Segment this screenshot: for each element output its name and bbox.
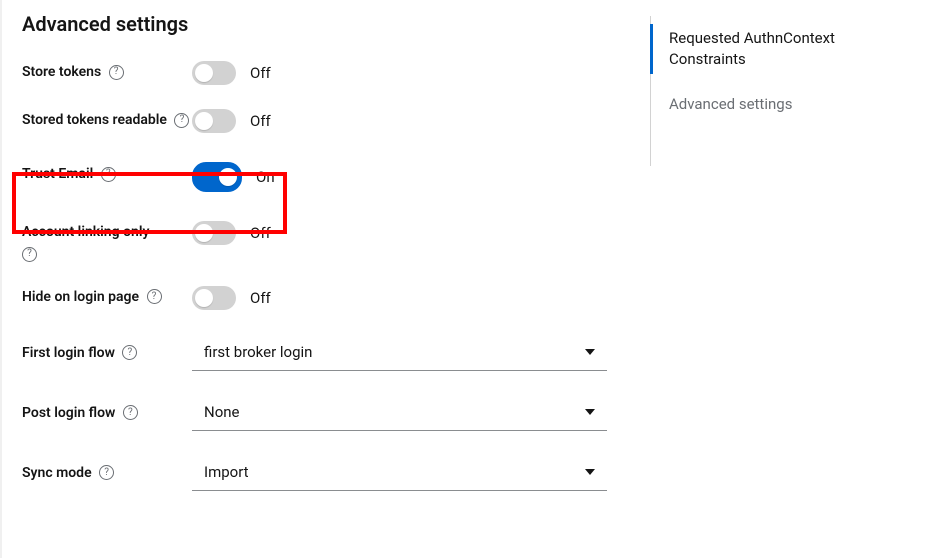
toggle-store-tokens[interactable] [192, 61, 236, 85]
section-title: Advanced settings [22, 12, 612, 36]
toggle-trust-email[interactable] [192, 162, 242, 192]
label-stored-tokens-readable: Stored tokens readable ? [22, 106, 192, 130]
toggle-value-stored-tokens-readable: Off [250, 112, 271, 130]
label-post-login-flow: Post login flow ? [22, 395, 192, 423]
select-sync-mode[interactable]: Import [192, 455, 607, 491]
help-icon[interactable]: ? [122, 345, 137, 360]
select-value-post-login-flow: None [204, 403, 240, 421]
toggle-stored-tokens-readable[interactable] [192, 109, 236, 133]
row-sync-mode: Sync mode ? Import [22, 455, 612, 491]
label-first-login-flow: First login flow ? [22, 335, 192, 363]
help-icon[interactable]: ? [147, 289, 162, 304]
help-icon[interactable]: ? [109, 65, 124, 80]
label-trust-email: Trust Email ? [22, 160, 192, 184]
label-account-linking-only: Account linking only ? [22, 218, 192, 263]
row-account-linking-only: Account linking only ? Off [22, 218, 612, 263]
row-store-tokens: Store tokens ? Off [22, 58, 612, 86]
row-hide-on-login-page: Hide on login page ? Off [22, 283, 612, 311]
select-value-first-login-flow: first broker login [204, 343, 312, 361]
help-icon[interactable]: ? [174, 113, 189, 128]
select-first-login-flow[interactable]: first broker login [192, 335, 607, 371]
toggle-hide-on-login-page[interactable] [192, 286, 236, 310]
label-sync-mode: Sync mode ? [22, 455, 192, 483]
toggle-account-linking-only[interactable] [192, 221, 236, 245]
caret-down-icon [585, 349, 595, 355]
jump-link-advanced-settings[interactable]: Advanced settings [651, 82, 910, 127]
select-value-sync-mode: Import [204, 463, 249, 481]
help-icon[interactable]: ? [123, 405, 138, 420]
help-icon[interactable]: ? [101, 167, 116, 182]
row-post-login-flow: Post login flow ? None [22, 395, 612, 431]
label-store-tokens: Store tokens ? [22, 58, 192, 82]
caret-down-icon [585, 469, 595, 475]
row-trust-email: Trust Email ? On [22, 154, 612, 198]
toggle-value-store-tokens: Off [250, 64, 271, 82]
row-stored-tokens-readable: Stored tokens readable ? Off [22, 106, 612, 134]
toggle-value-hide-on-login-page: Off [250, 289, 271, 307]
jump-link-requested-authncontext[interactable]: Requested AuthnContext Constraints [651, 16, 910, 82]
label-hide-on-login-page: Hide on login page ? [22, 283, 192, 307]
help-icon[interactable]: ? [22, 247, 37, 262]
toggle-value-trust-email: On [256, 168, 275, 186]
jump-links: Requested AuthnContext Constraints Advan… [650, 16, 910, 166]
toggle-value-account-linking-only: Off [250, 224, 271, 242]
help-icon[interactable]: ? [99, 465, 114, 480]
row-first-login-flow: First login flow ? first broker login [22, 335, 612, 371]
select-post-login-flow[interactable]: None [192, 395, 607, 431]
caret-down-icon [585, 409, 595, 415]
